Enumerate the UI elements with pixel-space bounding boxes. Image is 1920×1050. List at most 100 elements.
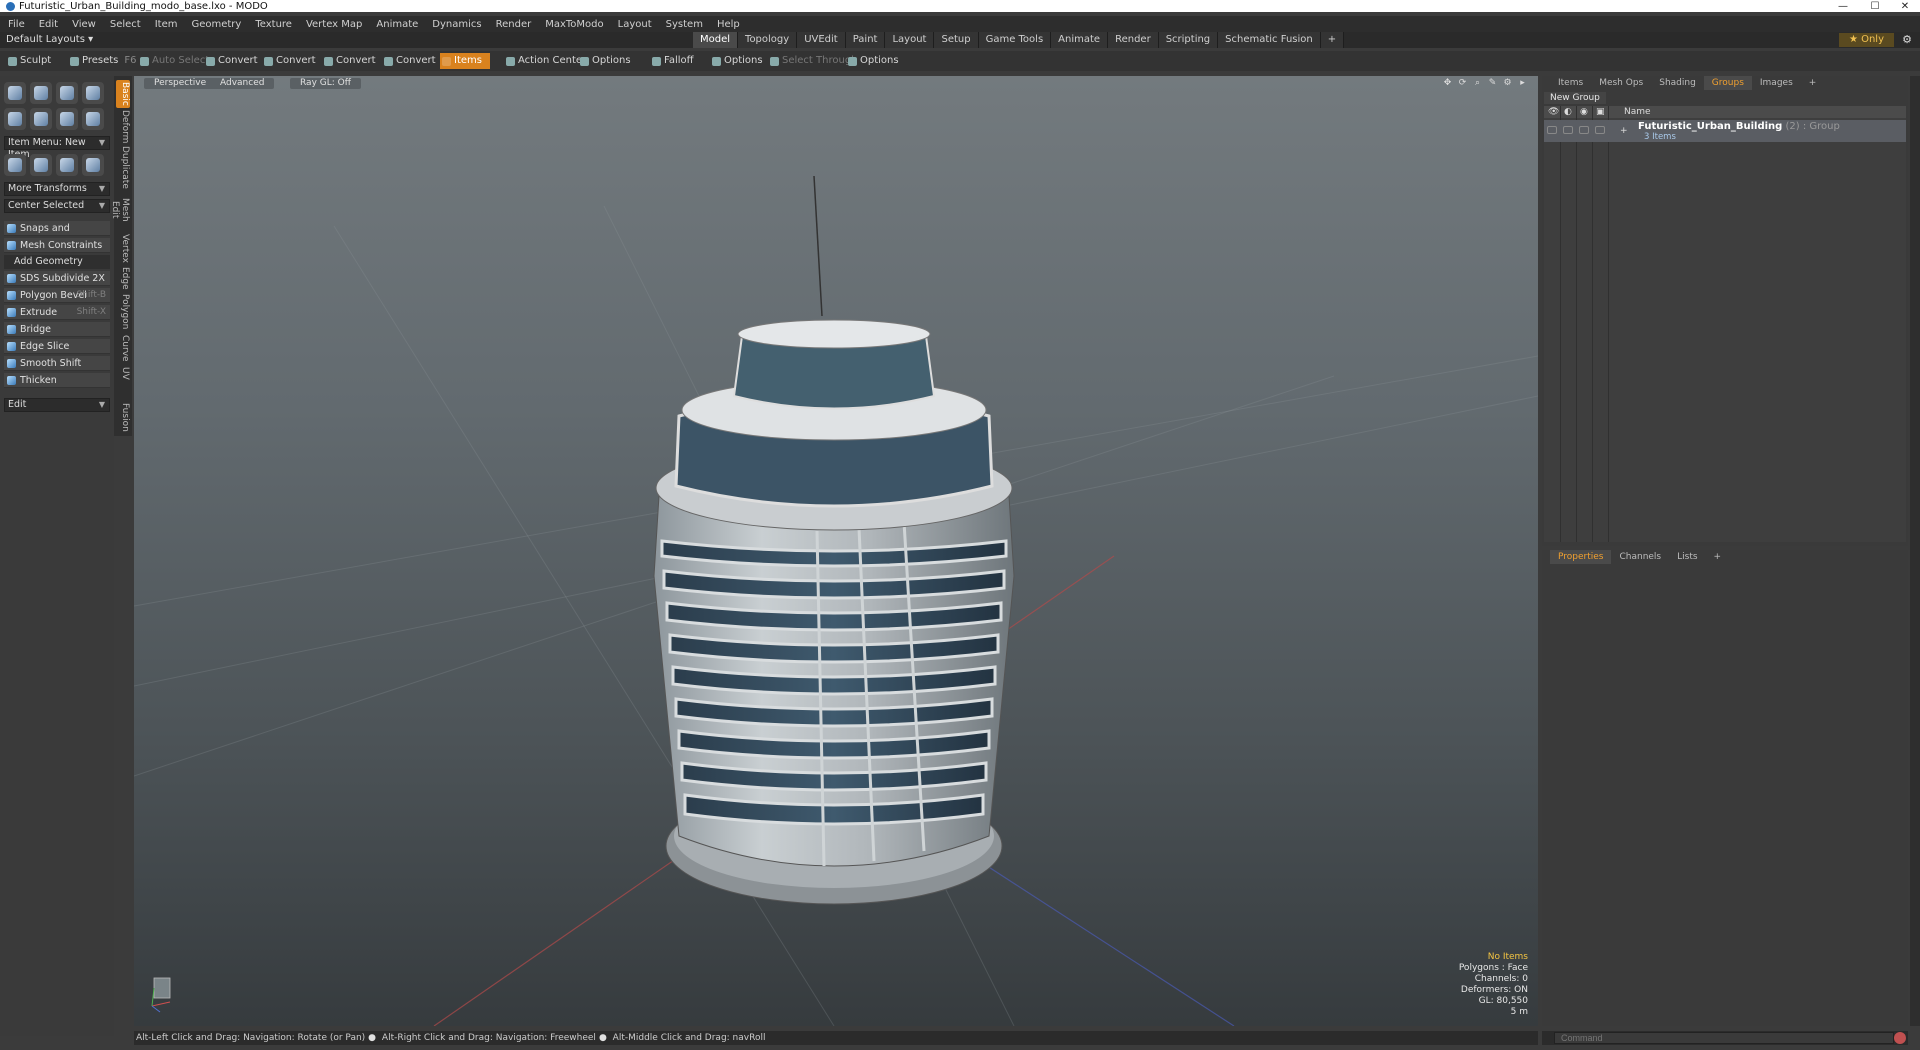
vtab-curve[interactable]: Curve: [116, 334, 130, 362]
action-center-button[interactable]: Action Center: [504, 53, 586, 69]
menu-help[interactable]: Help: [717, 19, 740, 30]
3d-viewport[interactable]: Perspective Advanced Ray GL: Off ✥ ⟳ ⌕ ✎…: [134, 76, 1538, 1026]
tab-animate[interactable]: Animate: [1051, 32, 1109, 48]
snaps-and-precision-button[interactable]: Snaps and Precision: [4, 221, 110, 249]
globe-icon[interactable]: [56, 154, 78, 176]
menu-layout[interactable]: Layout: [618, 19, 652, 30]
sds-subdivide-button[interactable]: SDS Subdivide 2X: [4, 271, 110, 286]
falloff-options-button[interactable]: Options: [710, 53, 763, 69]
tab-images[interactable]: Images: [1752, 76, 1801, 90]
new-group-button[interactable]: New Group: [1544, 92, 1606, 104]
torus-icon[interactable]: [4, 108, 26, 130]
add-geometry-header[interactable]: Add Geometry: [4, 255, 110, 269]
add-tab-button[interactable]: +: [1801, 76, 1825, 90]
convert-polygons-button[interactable]: Convert: [322, 53, 376, 69]
name-column-header[interactable]: Name: [1624, 107, 1651, 117]
visibility-col-icon[interactable]: 👁: [1548, 107, 1559, 117]
menu-vertex-map[interactable]: Vertex Map: [306, 19, 362, 30]
mesh-constraints-button[interactable]: Mesh Constraints: [4, 238, 110, 253]
select-col-icon[interactable]: ▣: [1596, 107, 1605, 117]
add-tab-button[interactable]: +: [1706, 550, 1730, 564]
vtab-uv[interactable]: UV: [116, 366, 130, 380]
tab-items[interactable]: Items: [1550, 76, 1591, 90]
extrude-button[interactable]: Extrude Shift-X: [4, 305, 110, 320]
clear-command-icon[interactable]: [1894, 1032, 1906, 1044]
transform-icon[interactable]: [4, 154, 26, 176]
tab-scripting[interactable]: Scripting: [1158, 32, 1219, 48]
menu-system[interactable]: System: [666, 19, 703, 30]
convert-materials-button[interactable]: Convert: [382, 53, 436, 69]
tab-game-tools[interactable]: Game Tools: [978, 32, 1052, 48]
vtab-vertex[interactable]: Vertex: [116, 234, 130, 263]
smooth-shift-button[interactable]: Smooth Shift: [4, 356, 110, 371]
close-button[interactable]: ✕: [1890, 0, 1920, 12]
select-through-button[interactable]: Select Through: [768, 53, 858, 69]
menu-view[interactable]: View: [72, 19, 96, 30]
menu-render[interactable]: Render: [496, 19, 532, 30]
tab-shading[interactable]: Shading: [1651, 76, 1704, 90]
edit-dropdown[interactable]: Edit ▼: [4, 398, 110, 412]
edge-slice-button[interactable]: Edge Slice: [4, 339, 110, 354]
tab-render[interactable]: Render: [1108, 32, 1159, 48]
render-col-icon[interactable]: ◐: [1564, 107, 1572, 117]
auto-select-button[interactable]: Auto Select: [138, 53, 209, 69]
vtab-polygon[interactable]: Polygon: [116, 294, 130, 330]
add-layout-tab-button[interactable]: +: [1320, 32, 1345, 48]
command-input[interactable]: [1554, 1032, 1894, 1044]
tab-model[interactable]: Model: [693, 32, 739, 48]
text-icon[interactable]: [82, 108, 104, 130]
group-row-futuristic-urban-building[interactable]: + Futuristic_Urban_Building (2) : Group …: [1544, 120, 1906, 142]
grid-icon[interactable]: [30, 154, 52, 176]
scale-icon[interactable]: [82, 154, 104, 176]
menu-file[interactable]: File: [8, 19, 25, 30]
only-toggle-button[interactable]: ★ Only: [1838, 33, 1894, 47]
cylinder-icon[interactable]: [56, 82, 78, 104]
menu-geometry[interactable]: Geometry: [191, 19, 241, 30]
thicken-button[interactable]: Thicken: [4, 373, 110, 388]
minimize-button[interactable]: —: [1828, 0, 1858, 12]
menu-item[interactable]: Item: [155, 19, 178, 30]
vtab-deform[interactable]: Deform: [116, 110, 130, 143]
sphere-icon[interactable]: [30, 82, 52, 104]
vtab-duplicate[interactable]: Duplicate: [116, 146, 130, 189]
vtab-fusion[interactable]: Fusion: [116, 402, 130, 432]
tab-setup[interactable]: Setup: [934, 32, 979, 48]
expand-icon[interactable]: +: [1620, 126, 1628, 136]
convert-vertices-button[interactable]: Convert: [204, 53, 258, 69]
lock-toggle-icon[interactable]: [1579, 126, 1589, 134]
items-mode-button[interactable]: Items: [440, 53, 490, 69]
tab-paint[interactable]: Paint: [845, 32, 886, 48]
tab-properties[interactable]: Properties: [1550, 550, 1612, 564]
center-selected-dropdown[interactable]: Center Selected ▼: [4, 199, 110, 213]
menu-dynamics[interactable]: Dynamics: [432, 19, 481, 30]
capsule-icon[interactable]: [30, 108, 52, 130]
more-transforms-dropdown[interactable]: More Transforms ▼: [4, 182, 110, 196]
menu-maxtomodo[interactable]: MaxToModo: [545, 19, 603, 30]
tab-groups[interactable]: Groups: [1703, 76, 1752, 90]
tab-channels[interactable]: Channels: [1611, 550, 1669, 564]
select-options-button[interactable]: Options: [846, 53, 899, 69]
action-center-options-button[interactable]: Options: [578, 53, 631, 69]
bridge-button[interactable]: Bridge: [4, 322, 110, 337]
vtab-mesh-edit[interactable]: Mesh Edit: [110, 190, 130, 230]
maximize-button[interactable]: ☐: [1860, 0, 1890, 12]
vtab-basic[interactable]: Basic: [116, 80, 130, 108]
menu-texture[interactable]: Texture: [255, 19, 292, 30]
tab-schematic-fusion[interactable]: Schematic Fusion: [1218, 32, 1321, 48]
item-menu-dropdown[interactable]: Item Menu: New Item▼: [4, 136, 110, 160]
tab-lists[interactable]: Lists: [1669, 550, 1705, 564]
select-toggle-icon[interactable]: [1595, 126, 1605, 134]
render-toggle-icon[interactable]: [1563, 126, 1573, 134]
plane-icon[interactable]: [56, 108, 78, 130]
falloff-button[interactable]: Falloff: [650, 53, 694, 69]
tab-uvedit[interactable]: UVEdit: [797, 32, 846, 48]
polygon-bevel-button[interactable]: Polygon Bevel Shift-B: [4, 288, 110, 303]
vtab-edge[interactable]: Edge: [116, 266, 130, 290]
sculpt-button[interactable]: Sculpt: [6, 53, 51, 69]
presets-button[interactable]: Presets F6: [68, 53, 137, 69]
menu-edit[interactable]: Edit: [39, 19, 58, 30]
cube-icon[interactable]: [4, 82, 26, 104]
tab-layout[interactable]: Layout: [885, 32, 935, 48]
cone-icon[interactable]: [82, 82, 104, 104]
default-layouts-dropdown[interactable]: Default Layouts ▾: [6, 34, 93, 45]
